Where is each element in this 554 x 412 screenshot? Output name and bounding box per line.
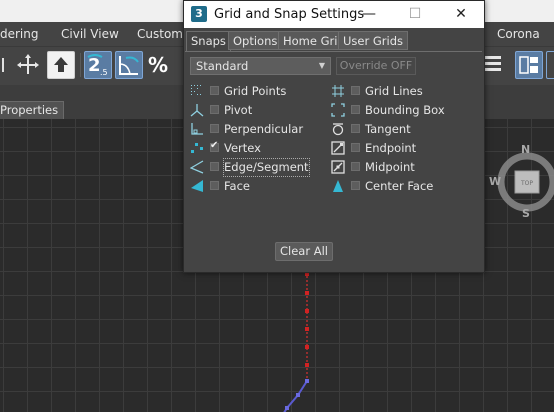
- move-tool-button[interactable]: [14, 51, 42, 79]
- snap-pivot-checkbox[interactable]: [210, 105, 219, 114]
- place-tool-button[interactable]: [47, 51, 75, 79]
- dialog-title: Grid and Snap Settings: [214, 7, 365, 22]
- snap-grid-lines-label: Grid Lines: [365, 84, 423, 98]
- move-icon: [17, 54, 39, 74]
- snap-grid-lines-checkbox[interactable]: [351, 86, 360, 95]
- snap-vertex-label: Vertex: [224, 141, 261, 155]
- percent-snap-button[interactable]: %: [146, 51, 174, 79]
- bounding-box-icon: [331, 103, 345, 117]
- snap-perpendicular-checkbox[interactable]: [210, 124, 219, 133]
- snap-pivot-label: Pivot: [224, 103, 253, 117]
- snap-bounding-box-label: Bounding Box: [365, 103, 445, 117]
- tab-user-grids[interactable]: User Grids: [338, 31, 408, 50]
- menu-item-civil-view[interactable]: Civil View: [61, 22, 119, 46]
- close-button[interactable]: ✕: [438, 1, 484, 28]
- properties-tab[interactable]: Properties: [0, 101, 65, 120]
- override-off-button[interactable]: Override OFF: [336, 57, 416, 75]
- center-face-icon: [333, 180, 343, 192]
- snap-vertex-checkbox[interactable]: [210, 140, 219, 152]
- snap-center-face-checkbox[interactable]: [351, 181, 360, 190]
- edge-segment-icon: [190, 160, 204, 174]
- extra-toolbar-button[interactable]: [546, 51, 554, 79]
- viewcube-top-face[interactable]: TOP: [520, 180, 533, 187]
- midpoint-icon: [331, 160, 345, 174]
- snap-edge-segment-label: Edge/Segment: [223, 158, 310, 177]
- snap-grid-points-label: Grid Points: [224, 84, 287, 98]
- grid-snap-settings-dialog: 3 Grid and Snap Settings — ☐ ✕ Snaps Opt…: [183, 0, 485, 273]
- snap-perpendicular-label: Perpendicular: [224, 122, 304, 136]
- 3dsmax-app-icon: 3: [191, 6, 207, 22]
- grid-points-icon: [191, 85, 201, 95]
- snap-center-face-label: Center Face: [365, 179, 434, 193]
- panel-icon: [519, 56, 538, 74]
- dialog-titlebar[interactable]: 3 Grid and Snap Settings — ☐ ✕: [184, 1, 484, 28]
- tab-divider: [185, 51, 482, 52]
- vertex-icon: [191, 143, 203, 153]
- dialog-tabs: Snaps Options Home Grid User Grids: [186, 31, 482, 52]
- tangent-icon: [332, 123, 344, 136]
- snap-tangent-label: Tangent: [365, 122, 411, 136]
- snap-endpoint-label: Endpoint: [365, 141, 417, 155]
- chevron-down-icon: ▼: [318, 61, 325, 70]
- snaps-toggle-button[interactable]: 2 .5: [84, 51, 112, 79]
- toolbar-separator: [80, 53, 81, 77]
- tab-snaps[interactable]: Snaps: [186, 31, 231, 52]
- perpendicular-icon: [191, 123, 203, 135]
- snap-preset-dropdown[interactable]: Standard ▼: [190, 57, 331, 75]
- tab-options[interactable]: Options: [228, 31, 283, 50]
- snap-face-label: Face: [224, 179, 251, 193]
- menu-item-corona[interactable]: Corona: [497, 22, 540, 46]
- snap-midpoint-label: Midpoint: [365, 160, 415, 174]
- viewcube-north-label[interactable]: N: [521, 143, 530, 156]
- snap-bounding-box-checkbox[interactable]: [351, 105, 360, 114]
- svg-text:.5: .5: [100, 68, 108, 77]
- maximize-button[interactable]: ☐: [392, 1, 438, 28]
- minimize-button[interactable]: —: [346, 1, 392, 28]
- endpoint-icon: [331, 141, 345, 155]
- svg-text:%: %: [148, 53, 168, 77]
- clear-all-button[interactable]: Clear All: [275, 242, 333, 261]
- toggle-ribbon-button[interactable]: [515, 51, 543, 79]
- pivot-icon: [190, 104, 204, 117]
- snap-endpoint-checkbox[interactable]: [351, 143, 360, 152]
- snap-grid-points-checkbox[interactable]: [210, 86, 219, 95]
- viewcube-west-label[interactable]: W: [489, 175, 501, 188]
- viewcube-south-label[interactable]: S: [522, 207, 530, 220]
- percent-icon: %: [148, 53, 168, 77]
- snap-face-checkbox[interactable]: [210, 181, 219, 190]
- snap-edge-segment-checkbox[interactable]: [210, 162, 219, 171]
- grid-lines-icon: [332, 85, 344, 97]
- snap-2-5-icon: 2 .5: [87, 54, 108, 77]
- svg-text:2: 2: [88, 55, 101, 76]
- viewcube[interactable]: TOP N W S: [487, 143, 554, 225]
- face-icon: [191, 180, 203, 192]
- snap-tangent-checkbox[interactable]: [351, 124, 360, 133]
- snap-preset-value: Standard: [196, 59, 249, 73]
- menu-item-rendering[interactable]: dering: [0, 22, 39, 46]
- angle-snap-button[interactable]: [115, 51, 143, 79]
- up-arrow-icon: [54, 57, 68, 72]
- angle-snap-icon: [119, 56, 139, 75]
- snap-midpoint-checkbox[interactable]: [351, 162, 360, 171]
